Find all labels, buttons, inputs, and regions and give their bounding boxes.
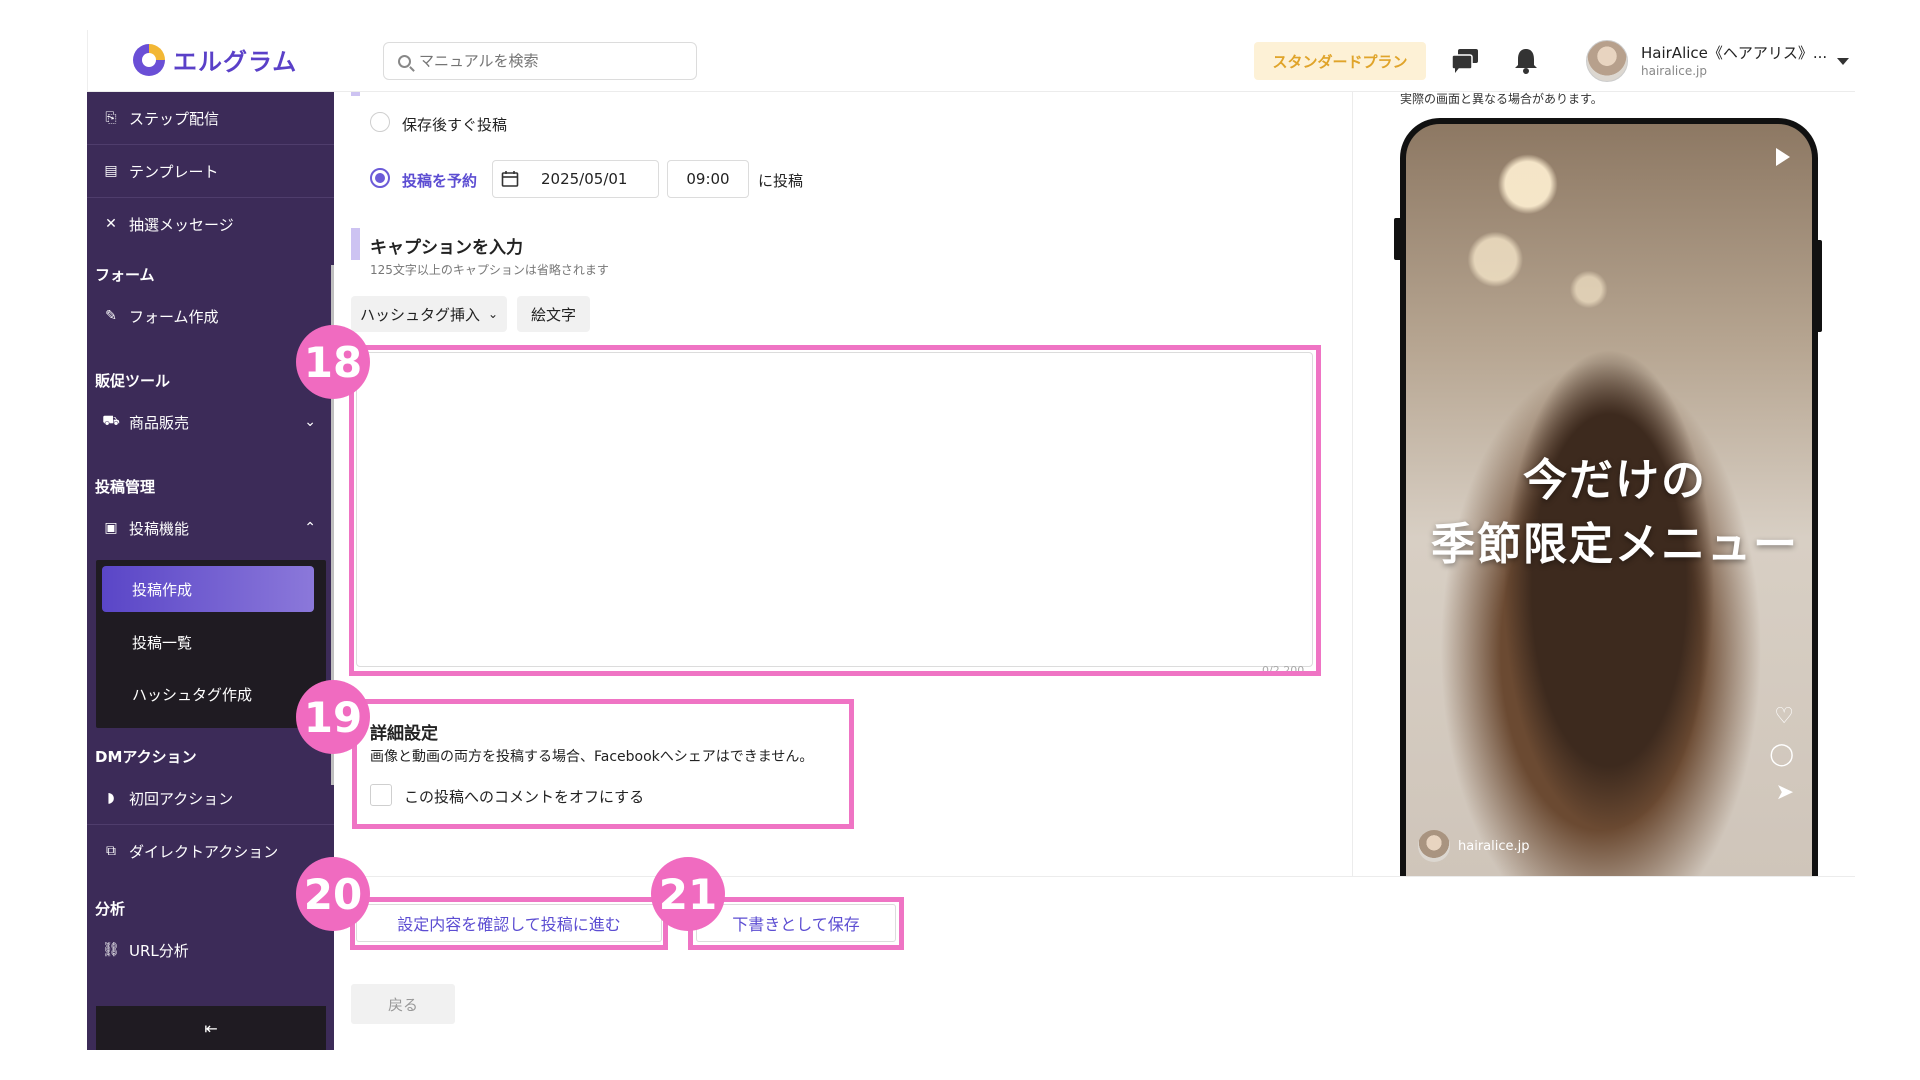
logo[interactable]: エルグラム [133,42,297,77]
cart-icon: ⛟ [102,413,120,429]
copy-icon: ⧉ [106,843,116,859]
sidebar: ⎘ ステップ配信 ▤ テンプレート ✕ 抽選メッセージ フォーム ✎ フォーム作… [87,92,334,1050]
top-header: エルグラム スタンダードプラン HairAlice《ヘアアリス》... hair… [87,30,1855,92]
plan-badge[interactable]: スタンダードプラン [1254,42,1426,80]
account-name[interactable]: HairAlice《ヘアアリス》... [1641,42,1827,63]
play-icon[interactable] [1776,148,1790,166]
callout-badge-19: 19 [296,680,370,754]
account-handle: hairalice.jp [1641,64,1707,78]
callout-badge-21: 21 [651,857,725,931]
preview-divider [1352,92,1353,876]
sidebar-collapse-button[interactable]: ⇤ [96,1006,326,1050]
section-promo: 販促ツール [95,372,171,390]
section-bar-top [351,92,360,96]
sidebar-item-label: 抽選メッセージ [129,215,234,234]
sidebar-subitem-post-list[interactable]: 投稿一覧 [132,632,192,653]
date-input[interactable]: 2025/05/01 [492,160,659,198]
footer-divider [334,876,1855,877]
hashtag-insert-button[interactable]: ハッシュタグ挿入 ⌄ [351,296,507,332]
sidebar-item-post-feature[interactable]: ▣ 投稿機能 ⌃ [87,502,334,554]
caption-title: キャプションを入力 [370,238,523,258]
sidebar-item-label: テンプレート [129,162,219,181]
sidebar-item-label: 商品販売 [129,413,190,432]
phone-preview: 今だけの 季節限定メニュー ♡ ◯ ➤ hairalice.jp [1400,118,1818,876]
shield-icon: ◗ [107,790,115,806]
caption-note: 125文字以上のキャプションは省略されます [370,263,609,277]
sidebar-item-step[interactable]: ⎘ ステップ配信 [87,92,334,144]
callout-badge-20: 20 [296,857,370,931]
radio-post-after-save-label: 保存後すぐ投稿 [402,116,508,134]
section-analytics: 分析 [95,900,126,918]
callout-badge-18: 18 [296,325,370,399]
callout-frame-detail [352,699,854,829]
callout-frame-caption [349,345,1321,676]
chevron-down-icon[interactable]: ⌄ [304,414,316,430]
heart-icon[interactable]: ♡ [1774,704,1794,729]
calendar-icon [501,171,519,187]
caption-section-bar [351,228,360,260]
post-grid-icon: ▣ [104,520,118,536]
comment-icon[interactable]: ◯ [1769,742,1794,767]
search-input[interactable] [419,52,669,70]
post-submenu: 投稿作成 投稿一覧 ハッシュタグ作成 [96,560,326,728]
section-dm: DMアクション [95,748,197,766]
preview-overlay-line1: 今だけの [1523,455,1707,506]
sidebar-item-lottery[interactable]: ✕ 抽選メッセージ [87,198,334,250]
shuffle-icon: ✕ [105,216,117,232]
preview-handle: hairalice.jp [1458,839,1530,854]
link-icon: ⛓ [102,942,120,958]
sidebar-item-template[interactable]: ▤ テンプレート [87,145,334,197]
section-post: 投稿管理 [95,478,156,496]
template-icon: ▤ [104,163,118,179]
schedule-suffix: に投稿 [758,172,804,190]
date-value: 2025/05/01 [541,170,628,188]
radio-schedule-label: 投稿を予約 [402,172,478,190]
hashtag-insert-label: ハッシュタグ挿入 [359,305,480,324]
callout-frame-confirm [350,897,668,950]
radio-post-after-save[interactable] [370,112,390,132]
search-box[interactable] [383,42,697,80]
sidebar-item-product-sales[interactable]: ⛟ 商品販売 ⌄ [87,396,334,448]
sidebar-subitem-hashtag-create[interactable]: ハッシュタグ作成 [132,684,252,705]
back-button[interactable]: 戻る [351,984,455,1024]
emoji-button[interactable]: 絵文字 [517,296,590,332]
logo-text: エルグラム [173,48,298,76]
preview-avatar [1418,830,1450,862]
chevron-down-icon: ⌄ [487,307,499,321]
sidebar-item-label: 初回アクション [129,789,234,808]
collapse-icon: ⇤ [204,1018,218,1038]
radio-schedule[interactable] [370,168,390,188]
sidebar-item-label: ステップ配信 [129,109,220,128]
time-input[interactable]: 09:00 [667,160,749,198]
avatar[interactable] [1586,40,1628,82]
sidebar-item-label: ダイレクトアクション [129,842,279,861]
bell-icon[interactable] [1513,47,1539,75]
sidebar-item-url-analysis[interactable]: ⛓ URL分析 [87,924,334,976]
sidebar-item-label: フォーム作成 [129,307,219,326]
section-form: フォーム [95,266,155,284]
sidebar-item-form-create[interactable]: ✎ フォーム作成 [87,290,334,342]
sidebar-item-direct-action[interactable]: ⧉ ダイレクトアクション [87,825,334,877]
logo-mark-icon [133,43,165,76]
chevron-up-icon[interactable]: ⌃ [304,520,316,536]
sidebar-item-label: URL分析 [129,941,189,960]
preview-overlay-line2: 季節限定メニュー [1431,519,1799,570]
form-edit-icon: ✎ [105,308,117,324]
sidebar-item-first-action[interactable]: ◗ 初回アクション [87,772,334,824]
search-icon [398,54,411,68]
send-icon[interactable]: ➤ [1776,780,1794,805]
step-icon: ⎘ [105,110,117,126]
sidebar-item-label: 投稿機能 [129,519,190,538]
chat-icon[interactable] [1450,48,1480,74]
preview-note: 実際の画面と異なる場合があります。 [1400,92,1603,106]
account-caret-icon[interactable] [1837,58,1849,65]
sidebar-subitem-post-create[interactable]: 投稿作成 [102,566,314,612]
